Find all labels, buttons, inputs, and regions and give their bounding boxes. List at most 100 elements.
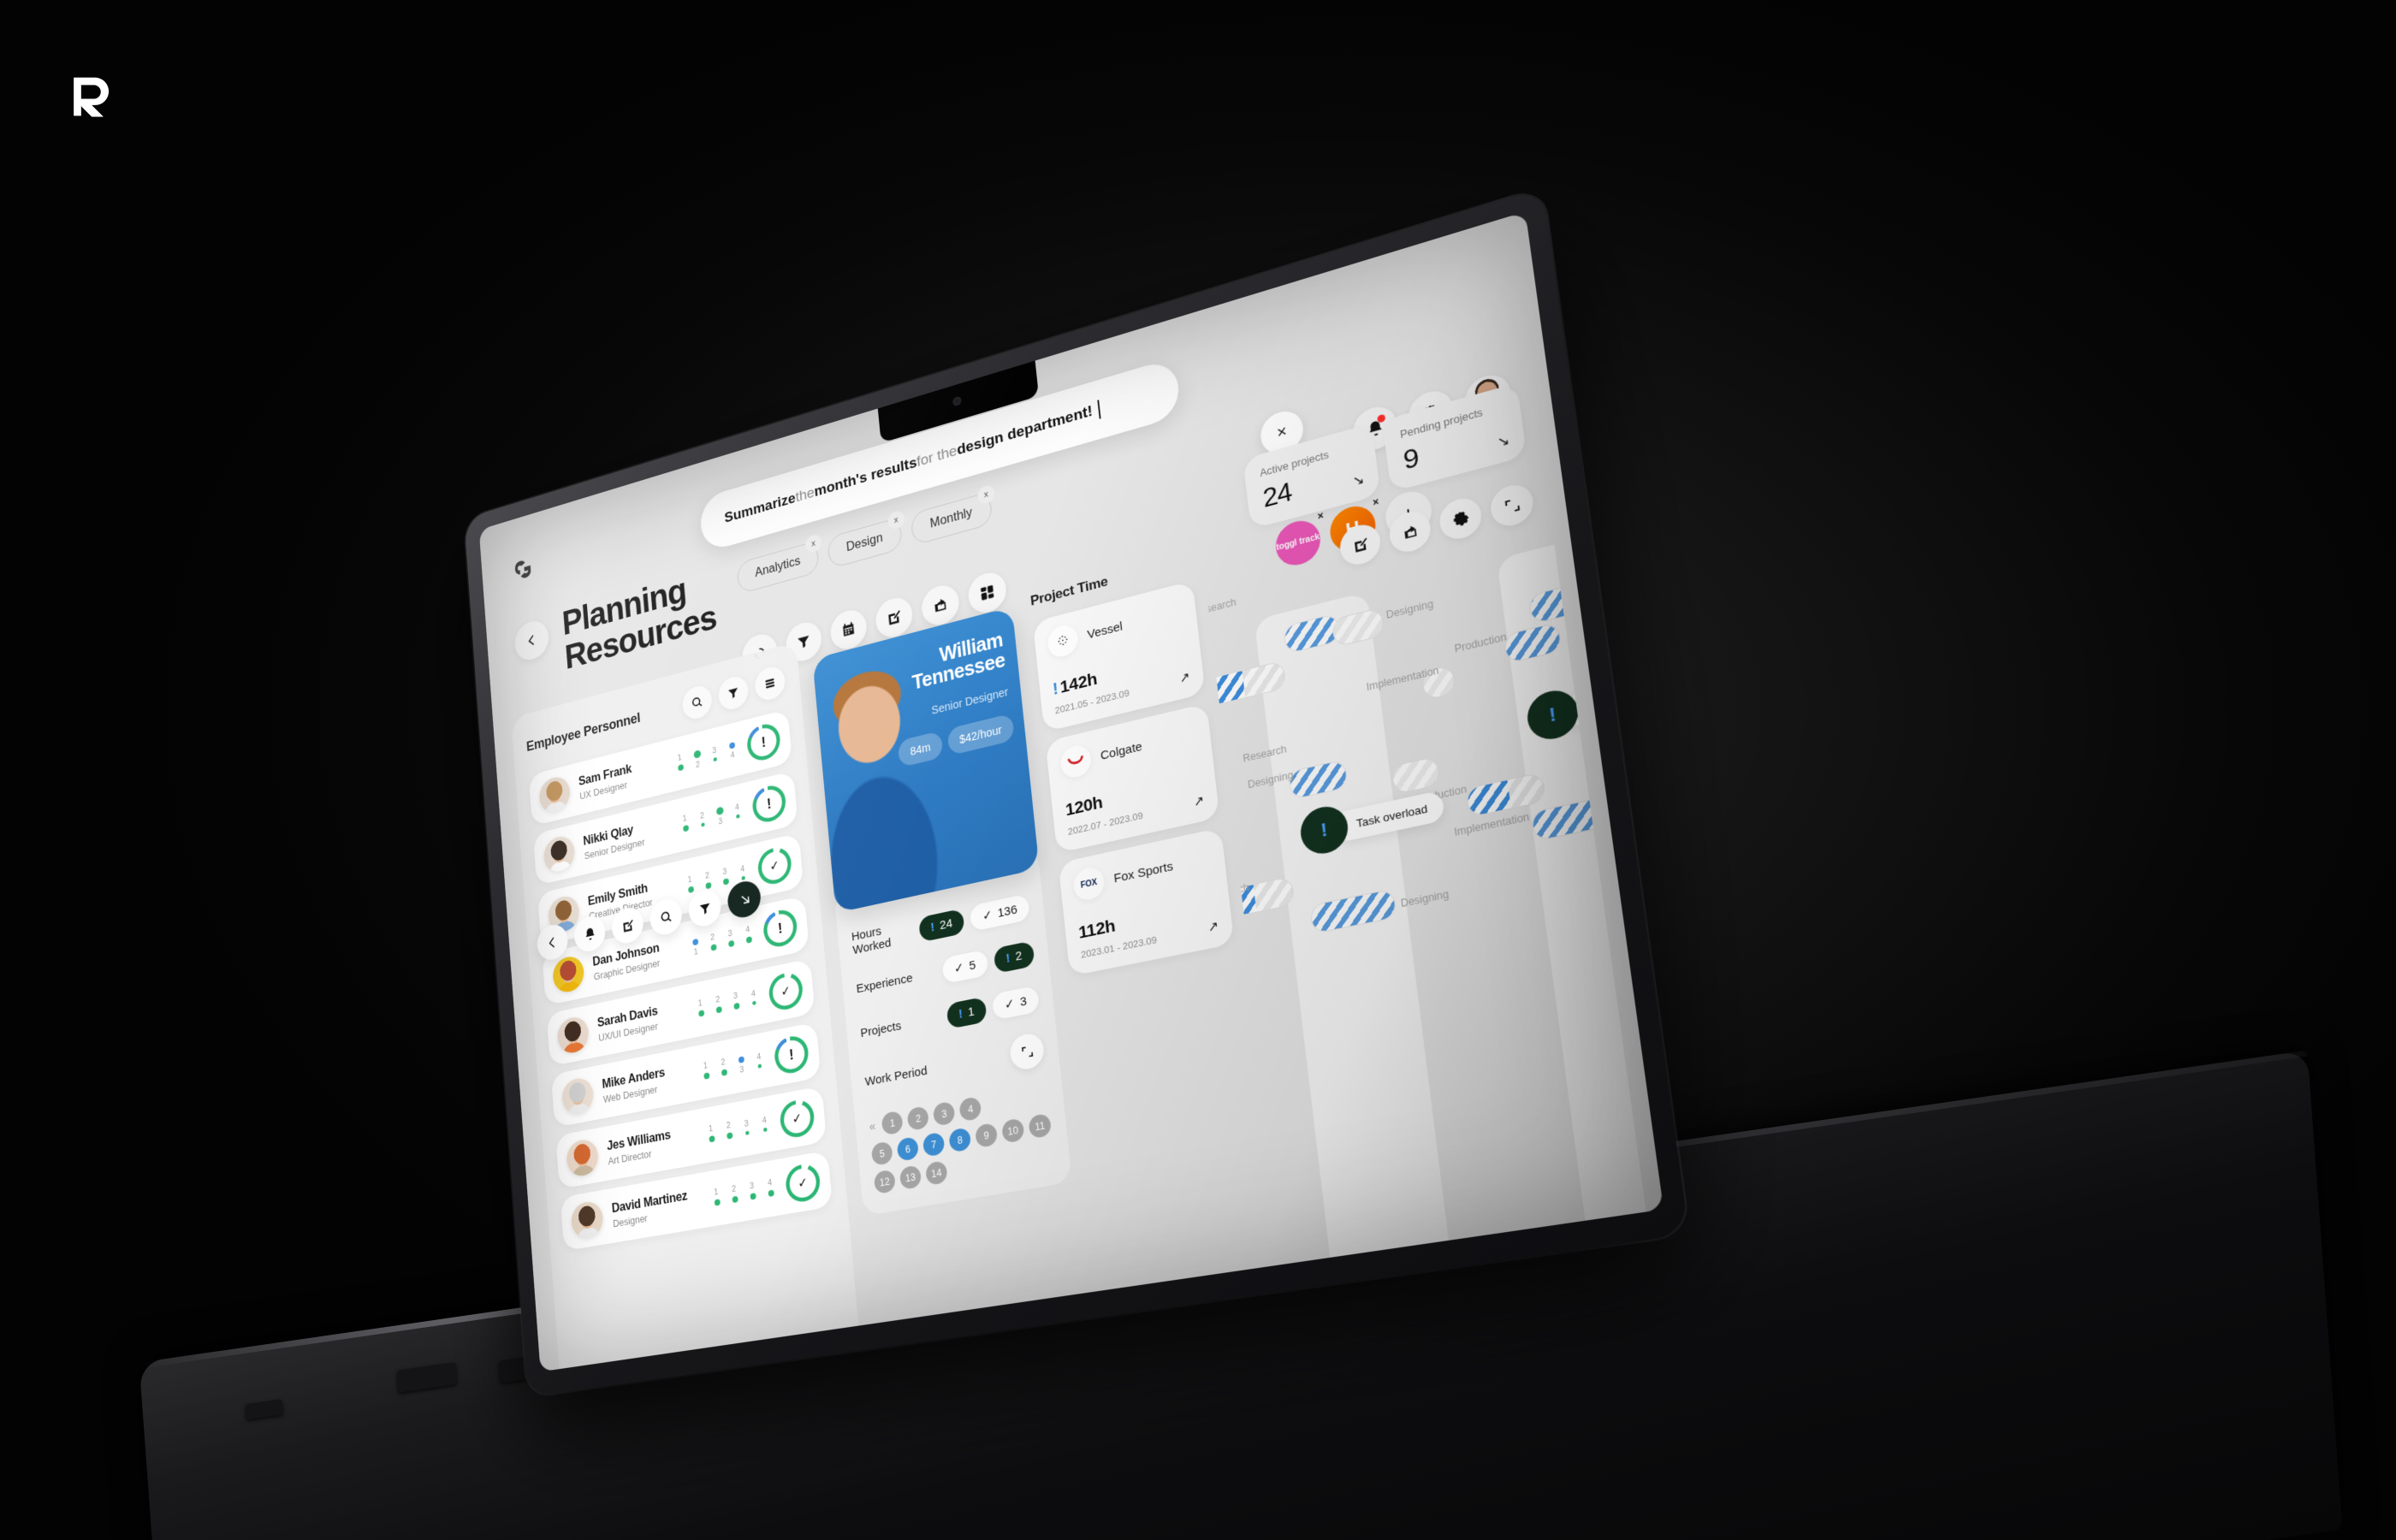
quick-back-button[interactable] xyxy=(536,921,569,962)
gantt-share-button[interactable] xyxy=(1387,507,1432,556)
calendar-day[interactable]: 6 xyxy=(897,1136,919,1162)
warning-icon: ! xyxy=(930,920,935,934)
tag-monthly[interactable]: Monthly x xyxy=(910,491,993,546)
employee-panel-title: Employee Personnel xyxy=(525,709,640,755)
employee-text: Sarah Davis UX/UI Designer xyxy=(596,998,686,1043)
employee-status-ring[interactable]: ✓ xyxy=(768,970,804,1013)
integration-remove-icon[interactable]: × xyxy=(1372,495,1379,508)
profile-stat-pill[interactable]: ✓ 3 xyxy=(992,986,1040,1021)
profile-column: William Tennessee Senior Designer 84m $4… xyxy=(812,607,1072,1216)
profile-stat-pill[interactable]: ✓ 136 xyxy=(970,893,1030,931)
project-hours-value: 112h xyxy=(1077,916,1116,943)
employee-avatar xyxy=(538,774,571,815)
project-name: Fox Sports xyxy=(1113,859,1174,886)
employee-status-ring[interactable]: ! xyxy=(762,907,798,950)
calendar-day[interactable]: 5 xyxy=(871,1140,893,1166)
arrow-up-right-icon[interactable]: ↗ xyxy=(1178,669,1190,686)
arrow-left-icon xyxy=(524,631,539,650)
progress-dot-cell: 4 xyxy=(748,988,760,1008)
progress-dot-cell: 2 xyxy=(707,932,719,954)
quick-expand-button[interactable] xyxy=(727,878,762,921)
calendar-day[interactable]: 7 xyxy=(922,1132,946,1158)
employee-text: Nikki Qlay Senior Designer xyxy=(583,814,672,862)
employee-list-view-button[interactable] xyxy=(754,664,786,703)
app-logo-icon[interactable] xyxy=(508,550,537,588)
tag-analytics[interactable]: Analytics x xyxy=(736,541,820,595)
calendar-day[interactable]: 11 xyxy=(1028,1113,1052,1139)
gantt-edit-button[interactable] xyxy=(1337,520,1382,568)
quick-filter-button[interactable] xyxy=(687,887,722,929)
profile-stat-value: 5 xyxy=(969,957,976,973)
profile-stat-value: 136 xyxy=(997,902,1017,920)
calendar-day[interactable]: 10 xyxy=(1001,1117,1025,1143)
project-logo-fox: FOX xyxy=(1072,865,1106,903)
employee-filter-button[interactable] xyxy=(717,673,750,713)
profile-stat-pill[interactable]: ! 2 xyxy=(993,940,1035,974)
employee-status-ring[interactable]: ✓ xyxy=(779,1098,815,1140)
employee-panel: Employee Personnel Sam Frank UX Designer… xyxy=(511,642,861,1371)
search-icon xyxy=(659,909,673,926)
employee-status-ring[interactable]: ! xyxy=(774,1034,810,1076)
calendar-day[interactable]: 3 xyxy=(933,1101,956,1127)
project-time-card[interactable]: FOX Fox Sports 112h 2023.01 - 2023.09 ↗ xyxy=(1059,827,1235,976)
calendar-day[interactable]: 12 xyxy=(874,1169,896,1194)
gantt-bar[interactable] xyxy=(1600,648,1642,686)
employee-search-button[interactable] xyxy=(681,683,713,721)
grid-icon xyxy=(978,583,996,603)
tag-design[interactable]: Design x xyxy=(827,517,903,569)
search-icon xyxy=(691,694,704,710)
progress-dot-cell: 3 xyxy=(709,744,721,764)
calendar-day[interactable]: 1 xyxy=(881,1111,904,1136)
profile-stat-pill[interactable]: ✓ 5 xyxy=(941,950,988,985)
check-icon: ✓ xyxy=(780,982,792,1000)
work-period-expand-button[interactable] xyxy=(1009,1031,1046,1072)
employee-progress-dots: 1234 xyxy=(679,799,744,835)
calendar-prev-button[interactable]: « xyxy=(869,1119,876,1134)
gantt-fullscreen-button[interactable] xyxy=(1488,481,1535,530)
employee-progress-dots: 1234 xyxy=(705,1113,771,1146)
calendar-day[interactable]: 4 xyxy=(959,1096,982,1122)
calendar-day[interactable]: 8 xyxy=(948,1127,971,1152)
gantt-phase-label: Implementation xyxy=(1454,811,1531,839)
employee-avatar xyxy=(543,833,576,874)
back-button[interactable] xyxy=(513,617,550,664)
employee-avatar xyxy=(556,1015,590,1056)
arrow-down-right-icon: ↘ xyxy=(1497,431,1511,451)
warning-icon: ! xyxy=(777,920,783,937)
progress-dot-cell: 2 xyxy=(691,747,703,771)
project-time-card[interactable]: Colgate 120h 2022.07 - 2023.09 ↗ xyxy=(1046,703,1220,854)
quick-edit-button[interactable] xyxy=(611,904,645,946)
check-icon: ✓ xyxy=(798,1174,809,1192)
check-icon: ✓ xyxy=(792,1110,803,1128)
employee-status-ring[interactable]: ✓ xyxy=(785,1162,821,1205)
calendar-day[interactable]: 2 xyxy=(907,1105,929,1131)
tag-remove-icon[interactable]: x xyxy=(977,484,996,506)
project-name: Colgate xyxy=(1100,739,1142,763)
gantt-bar[interactable] xyxy=(1579,578,1635,619)
progress-dot-cell: 2 xyxy=(723,1120,736,1142)
progress-dot-cell: 4 xyxy=(732,802,744,821)
integration-remove-icon[interactable]: × xyxy=(1317,510,1324,522)
laptop-lid: Summarize the month's results for the de… xyxy=(464,187,1689,1397)
calendar-day[interactable]: 14 xyxy=(925,1160,948,1186)
arrow-up-right-icon[interactable]: ↗ xyxy=(1193,792,1205,809)
project-header: Vessel xyxy=(1047,595,1184,660)
tag-remove-icon[interactable]: x xyxy=(887,510,905,531)
progress-dot-cell: 2 xyxy=(717,1057,729,1079)
profile-stat-pill[interactable]: ! 24 xyxy=(918,908,965,942)
profile-stat-pill[interactable]: ! 1 xyxy=(946,996,987,1028)
edit-icon xyxy=(886,607,903,628)
app-window: Summarize the month's results for the de… xyxy=(479,211,1664,1371)
employee-status-ring[interactable]: ! xyxy=(751,782,787,825)
calendar-day[interactable]: 9 xyxy=(975,1122,998,1148)
tag-label: Analytics xyxy=(755,554,801,580)
employee-progress-dots: 1234 xyxy=(700,1050,766,1082)
gantt-settings-button[interactable] xyxy=(1438,494,1484,543)
quick-alerts-button[interactable] xyxy=(573,913,607,954)
calendar-day[interactable]: 13 xyxy=(899,1164,922,1190)
arrow-up-right-icon[interactable]: ↗ xyxy=(1207,918,1219,935)
tag-remove-icon[interactable]: x xyxy=(805,533,822,554)
employee-status-ring[interactable]: ! xyxy=(746,720,782,763)
edit-icon xyxy=(620,917,634,934)
quick-search-button[interactable] xyxy=(649,896,683,938)
